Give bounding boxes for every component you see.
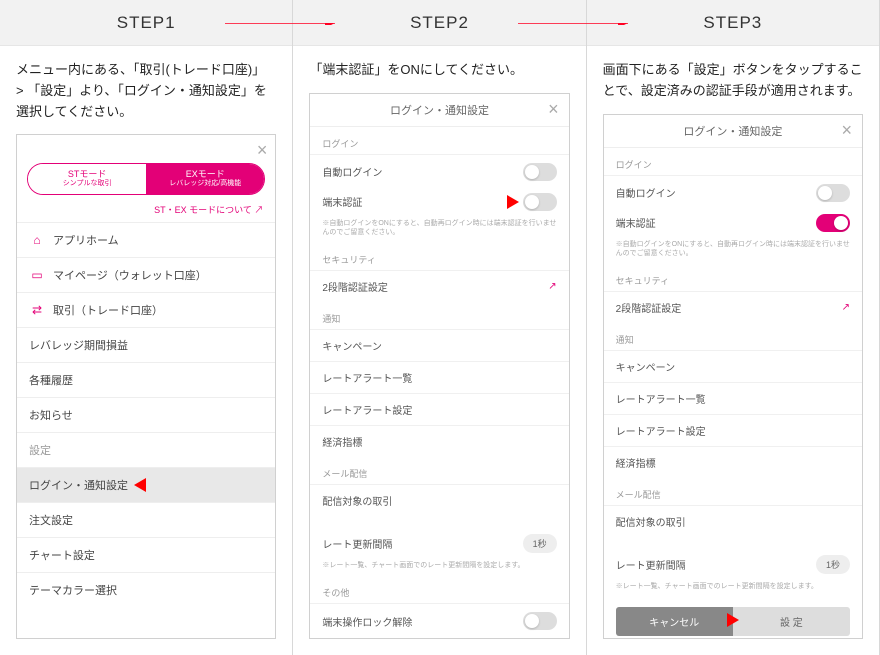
close-icon[interactable]: × (548, 100, 559, 118)
menu-item-label: 注文設定 (29, 512, 73, 528)
menu-item[interactable]: 各種履歴 (17, 362, 275, 397)
notify-row-label: レートアラート一覧 (322, 370, 556, 385)
step2-screenshot: ログイン・通知設定 × ログイン 自動ログイン 端末認証 ※自動ログインをONに… (309, 93, 569, 639)
row-mail-target[interactable]: 配信対象の取引 (604, 505, 862, 537)
notify-row-label: キャンペーン (616, 359, 850, 374)
row-auto-login[interactable]: 自動ログイン (604, 175, 862, 210)
home-icon: ⌂ (29, 232, 45, 248)
step2-header: STEP2 (293, 0, 585, 46)
menu-item[interactable]: 注文設定 (17, 502, 275, 537)
notify-row[interactable]: キャンペーン (604, 350, 862, 382)
toggle-lock[interactable] (523, 612, 557, 630)
card-icon: ▭ (29, 267, 45, 283)
step3-header: STEP3 (587, 0, 879, 46)
interval-value[interactable]: 1秒 (816, 555, 850, 574)
toggle-device-auth[interactable] (816, 214, 850, 232)
device-auth-note: ※自動ログインをONにすると、自動再ログイン時には端末認証を行いませんのでご留意… (604, 240, 862, 264)
pointer-icon (727, 613, 739, 627)
step2-instruction: 「端末認証」をONにしてください。 (293, 46, 585, 93)
step1-instruction: メニュー内にある、「取引(トレード口座)」 > 「設定」より、「ログイン・通知設… (0, 46, 292, 134)
menu-item-label: マイページ（ウォレット口座） (53, 267, 207, 283)
menu-item-label: 設定 (29, 442, 51, 458)
section-security: セキュリティ (604, 264, 862, 291)
notify-row[interactable]: レートアラート一覧 (604, 382, 862, 414)
toggle-auto-login[interactable] (816, 184, 850, 202)
menu-item-label: お知らせ (29, 407, 73, 423)
close-icon[interactable]: × (841, 121, 852, 139)
menu-item[interactable]: レバレッジ期間損益 (17, 327, 275, 362)
section-notify: 通知 (604, 323, 862, 350)
notify-row-label: 経済指標 (322, 434, 556, 449)
notify-row[interactable]: キャンペーン (310, 329, 568, 361)
toggle-device-auth[interactable] (523, 193, 557, 211)
menu-item-label: アプリホーム (53, 232, 119, 248)
section-other: その他 (310, 576, 568, 603)
pointer-icon (134, 478, 146, 492)
toggle-auto-login[interactable] (523, 163, 557, 181)
mode-st[interactable]: STモード シンプルな取引 (28, 164, 146, 193)
swap-icon: ⇄ (29, 302, 45, 318)
row-lock-release[interactable]: 端末操作ロック解除 (310, 603, 568, 638)
notify-row[interactable]: レートアラート一覧 (310, 361, 568, 393)
step3-instruction: 画面下にある「設定」ボタンをタップすることで、設定済みの認証手段が適用されます。 (587, 46, 879, 114)
section-mail: メール配信 (310, 457, 568, 484)
row-rate-interval[interactable]: レート更新間隔 1秒 (310, 526, 568, 561)
section-security: セキュリティ (310, 243, 568, 270)
menu-item-label: チャート設定 (29, 547, 95, 563)
notify-row-label: レートアラート設定 (322, 402, 556, 417)
notify-row-label: キャンペーン (322, 338, 556, 353)
interval-value[interactable]: 1秒 (523, 534, 557, 553)
section-login: ログイン (604, 148, 862, 175)
row-rate-interval[interactable]: レート更新間隔 1秒 (604, 547, 862, 582)
menu-item[interactable]: お知らせ (17, 397, 275, 432)
close-icon[interactable]: × (257, 141, 268, 159)
set-button[interactable]: 設 定 (733, 607, 850, 636)
notify-row-label: レートアラート設定 (616, 423, 850, 438)
section-notify: 通知 (310, 302, 568, 329)
notify-row[interactable]: 経済指標 (604, 446, 862, 478)
step3-screenshot: ログイン・通知設定 × ログイン 自動ログイン 端末認証 ※自動ログインをONに… (603, 114, 863, 639)
row-2fa[interactable]: 2段階認証設定 ↗ (310, 270, 568, 302)
cancel-button[interactable]: キャンセル (616, 607, 733, 636)
row-mail-target[interactable]: 配信対象の取引 (310, 484, 568, 516)
interval-note: ※レート一覧、チャート画面でのレート更新間隔を設定します。 (310, 561, 568, 576)
pointer-icon (507, 195, 519, 209)
notify-row[interactable]: レートアラート設定 (604, 414, 862, 446)
menu-item[interactable]: テーマカラー選択 (17, 572, 275, 607)
menu-item-label: テーマカラー選択 (29, 582, 117, 598)
notify-row-label: レートアラート一覧 (616, 391, 850, 406)
mode-toggle[interactable]: STモード シンプルな取引 EXモード レバレッジ対応/高機能 (27, 163, 265, 194)
notify-row[interactable]: 経済指標 (310, 425, 568, 457)
row-auto-login[interactable]: 自動ログイン (310, 154, 568, 189)
menu-item[interactable]: ログイン・通知設定 (17, 467, 275, 502)
row-device-auth[interactable]: 端末認証 (310, 189, 568, 219)
menu-item-label: 各種履歴 (29, 372, 73, 388)
mode-info-link[interactable]: ST・EX モードについて ↗ (17, 201, 275, 222)
menu-item-label: 取引（トレード口座） (53, 302, 163, 318)
step1-screenshot: × STモード シンプルな取引 EXモード レバレッジ対応/高機能 ST・EX … (16, 134, 276, 639)
settings-title: ログイン・通知設定 × (604, 115, 862, 148)
menu-item-label: レバレッジ期間損益 (29, 337, 128, 353)
menu-item[interactable]: ⇄ 取引（トレード口座） (17, 292, 275, 327)
interval-note: ※レート一覧、チャート画面でのレート更新間隔を設定します。 (604, 582, 862, 597)
notify-row-label: 経済指標 (616, 455, 850, 470)
external-link-icon: ↗ (842, 302, 850, 313)
menu-item[interactable]: ▭ マイページ（ウォレット口座） (17, 257, 275, 292)
menu-item[interactable]: 設定 (17, 432, 275, 467)
external-link-icon: ↗ (548, 281, 556, 292)
notify-row[interactable]: レートアラート設定 (310, 393, 568, 425)
menu-item-label: ログイン・通知設定 (29, 477, 128, 493)
menu-item[interactable]: ⌂ アプリホーム (17, 222, 275, 257)
step1-header: STEP1 (0, 0, 292, 46)
menu-item[interactable]: チャート設定 (17, 537, 275, 572)
section-mail: メール配信 (604, 478, 862, 505)
settings-title: ログイン・通知設定 × (310, 94, 568, 127)
section-login: ログイン (310, 127, 568, 154)
row-device-auth[interactable]: 端末認証 (604, 210, 862, 240)
mode-ex[interactable]: EXモード レバレッジ対応/高機能 (146, 164, 264, 193)
row-2fa[interactable]: 2段階認証設定 ↗ (604, 291, 862, 323)
device-auth-note: ※自動ログインをONにすると、自動再ログイン時には端末認証を行いませんのでご留意… (310, 219, 568, 243)
